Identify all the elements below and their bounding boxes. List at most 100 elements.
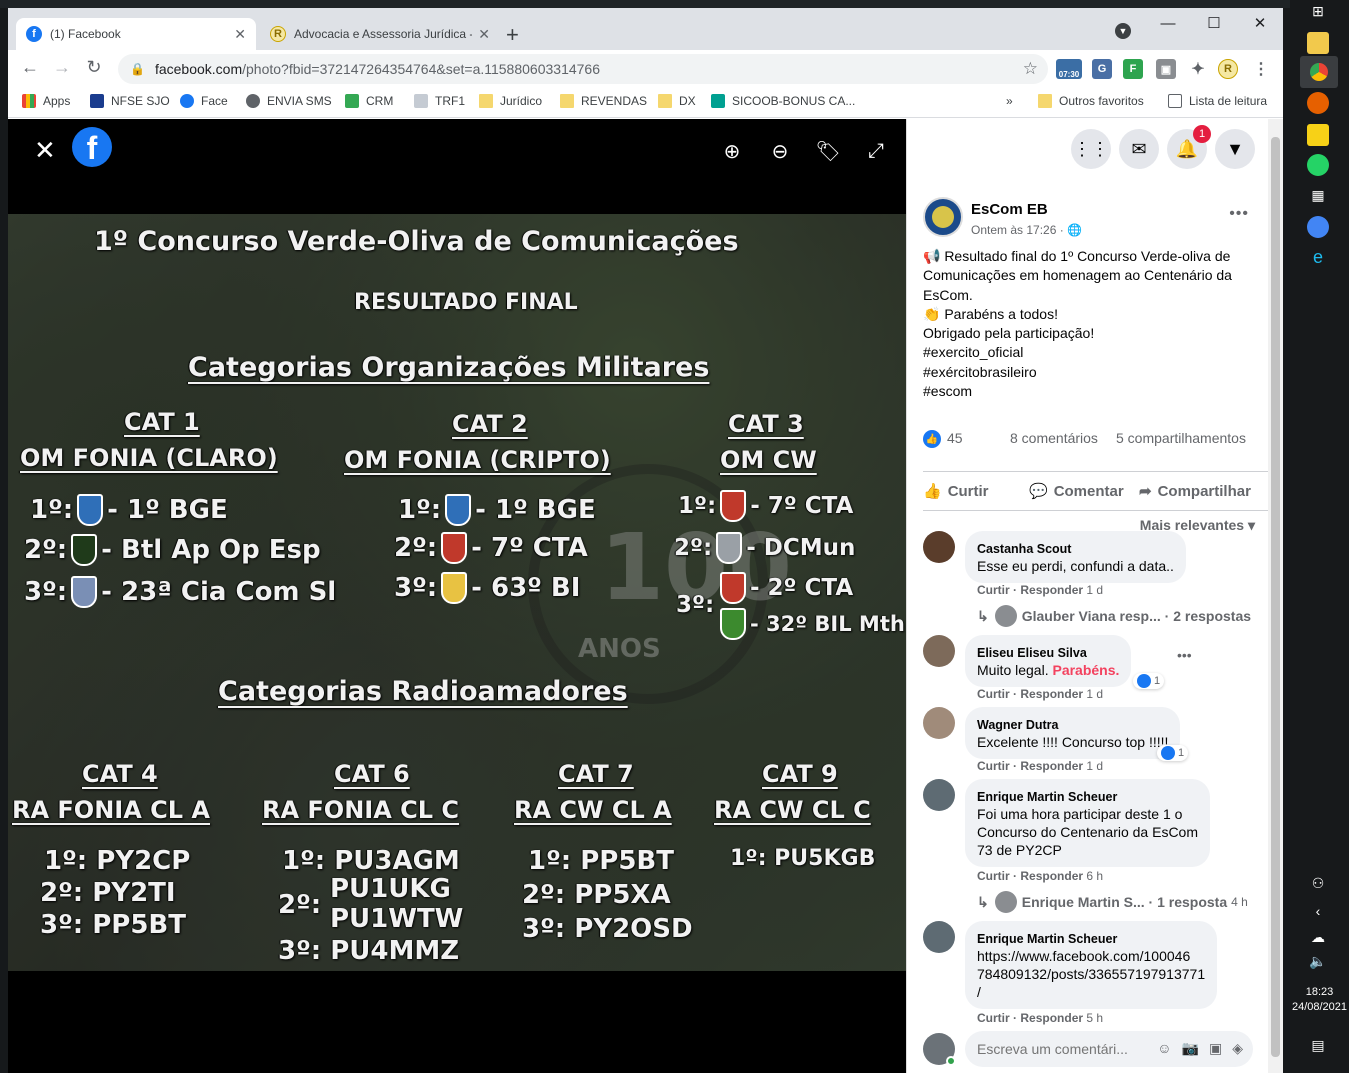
file-explorer-icon[interactable] [1307, 32, 1329, 54]
reload-icon[interactable]: ↻ [82, 57, 106, 78]
comment-reply-button[interactable]: Responder [1020, 869, 1083, 883]
close-viewer-icon[interactable]: ✕ [34, 135, 56, 166]
forward-arrow-icon[interactable]: → [50, 57, 74, 78]
close-tab-icon[interactable]: ✕ [478, 26, 490, 43]
close-tab-icon[interactable]: ✕ [234, 26, 246, 43]
zoom-in-icon[interactable]: ⊕ [720, 139, 744, 163]
bookmark-star-icon[interactable]: ☆ [1023, 59, 1038, 79]
comments-count[interactable]: 8 comentários [1010, 430, 1098, 446]
bookmark-revendas[interactable]: REVENDAS [560, 94, 647, 108]
sticky-notes-icon[interactable] [1307, 124, 1329, 146]
feedly-extension-icon[interactable]: F [1123, 59, 1143, 79]
calendar-extension-icon[interactable]: 07:30 [1056, 59, 1082, 79]
people-icon[interactable]: ⚇ [1307, 872, 1329, 894]
facebook-logo-icon[interactable]: f [72, 127, 112, 167]
bookmarks-overflow-button[interactable]: » [1006, 94, 1013, 108]
bookmark-apps[interactable]: Apps [22, 94, 70, 108]
zoom-out-icon[interactable]: ⊖ [768, 139, 792, 163]
commenter-name[interactable]: Enrique Martin Scheuer [977, 932, 1117, 946]
tag-icon[interactable]: 🏷 [815, 139, 840, 163]
emoji-icon[interactable]: ☺ [1157, 1040, 1171, 1057]
comment-link[interactable]: 784809132/posts/336557197913771 [977, 965, 1205, 983]
commenter-name[interactable]: Eliseu Eliseu Silva [977, 646, 1087, 660]
post-options-icon[interactable]: ••• [1229, 205, 1249, 223]
action-center-icon[interactable]: ▤ [1307, 1034, 1329, 1056]
view-replies-link[interactable]: ↳ Glauber Viana resp... · 2 respostas [977, 605, 1251, 627]
translate-extension-icon[interactable]: G [1092, 59, 1112, 79]
commenter-avatar[interactable] [923, 921, 955, 953]
fullscreen-icon[interactable]: ⤢ [864, 139, 888, 163]
messenger-icon[interactable]: ✉ [1119, 129, 1159, 169]
bookmark-face[interactable]: Face [180, 94, 228, 108]
comment-time[interactable]: 1 d [1086, 583, 1103, 597]
bookmark-crm[interactable]: CRM [345, 94, 393, 108]
menu-grid-icon[interactable]: ⋮⋮ [1071, 129, 1111, 169]
taskbar-clock[interactable]: 18:23 24/08/2021 [1290, 985, 1349, 1015]
commenter-avatar[interactable] [923, 635, 955, 667]
panel-scrollbar[interactable] [1268, 119, 1283, 1073]
commenter-name[interactable]: Castanha Scout [977, 542, 1071, 556]
tab-advocacia[interactable]: R Advocacia e Assessoria Jurídica - ✕ [260, 18, 500, 50]
comment-reply-button[interactable]: Responder [1020, 583, 1083, 597]
chrome-taskbar-icon[interactable] [1300, 56, 1338, 88]
comment-time[interactable]: 1 d [1086, 759, 1103, 773]
post-timestamp[interactable]: Ontem às 17:26 · 🌐 [971, 223, 1082, 237]
comment-reply-button[interactable]: Responder [1020, 1011, 1083, 1025]
share-button[interactable]: ➦ Compartilhar [1139, 482, 1251, 501]
comment-reactions[interactable]: 1 [1133, 673, 1165, 689]
comment-time[interactable]: 1 d [1086, 687, 1103, 701]
sticker-icon[interactable]: ◈ [1232, 1040, 1243, 1057]
firefox-icon[interactable] [1307, 92, 1329, 114]
comment-like-button[interactable]: Curtir [977, 759, 1010, 773]
close-window-button[interactable]: ✕ [1237, 8, 1283, 38]
gif-icon[interactable]: ▣ [1209, 1040, 1222, 1057]
browser-globe-icon[interactable] [1307, 216, 1329, 238]
comment-like-button[interactable]: Curtir [977, 1011, 1010, 1025]
commenter-name[interactable]: Wagner Dutra [977, 718, 1059, 732]
screenshot-extension-icon[interactable]: ▣ [1156, 59, 1176, 79]
bookmark-trf1[interactable]: TRF1 [414, 94, 465, 108]
shares-count[interactable]: 5 compartilhamentos [1116, 430, 1246, 446]
bookmark-dx[interactable]: DX [658, 94, 696, 108]
comment-link[interactable]: https://www.facebook.com/100046 [977, 947, 1205, 965]
chrome-menu-icon[interactable]: ⋮ [1251, 59, 1271, 79]
comment-time[interactable]: 5 h [1086, 1011, 1103, 1025]
comment-reactions[interactable]: 1 [1157, 745, 1189, 761]
commenter-avatar[interactable] [923, 531, 955, 563]
comment-reply-button[interactable]: Responder [1020, 687, 1083, 701]
scrollbar-thumb[interactable] [1271, 137, 1280, 1057]
bookmark-other[interactable]: Outros favoritos [1038, 94, 1144, 108]
windows-start-icon[interactable]: ⊞ [1307, 0, 1329, 22]
bookmark-nfse[interactable]: NFSE SJO [90, 94, 170, 108]
profile-avatar-icon[interactable]: R [1218, 59, 1238, 79]
back-arrow-icon[interactable]: ← [18, 57, 42, 78]
comment-like-button[interactable]: Curtir [977, 687, 1010, 701]
show-hidden-icons[interactable]: ‹ [1307, 900, 1329, 922]
commenter-avatar[interactable] [923, 779, 955, 811]
like-button[interactable]: 👍 Curtir [923, 482, 989, 501]
comment-link[interactable]: / [977, 983, 1205, 1001]
internet-explorer-icon[interactable]: e [1307, 246, 1329, 268]
account-dropdown-icon[interactable]: ▼ [1215, 129, 1255, 169]
reading-list[interactable]: Lista de leitura [1168, 94, 1267, 108]
commenter-avatar[interactable] [923, 707, 955, 739]
view-replies-link[interactable]: ↳ Enrique Martin S... · 1 resposta 4 h [977, 891, 1248, 913]
whatsapp-icon[interactable] [1307, 154, 1329, 176]
like-count[interactable]: 45 [947, 430, 963, 446]
minimize-button[interactable]: — [1145, 8, 1191, 38]
tab-facebook[interactable]: f (1) Facebook ✕ [16, 18, 256, 50]
onedrive-cloud-icon[interactable]: ☁ [1307, 926, 1329, 948]
comment-button[interactable]: 💬 Comentar [1029, 482, 1124, 501]
page-avatar[interactable] [923, 197, 963, 237]
post-author[interactable]: EsCom EB [971, 201, 1048, 218]
comment-reply-button[interactable]: Responder [1020, 759, 1083, 773]
hashtag-link[interactable]: #escom [923, 382, 1263, 401]
commenter-name[interactable]: Enrique Martin Scheuer [977, 790, 1117, 804]
bookmark-juridico[interactable]: Jurídico [479, 94, 542, 108]
comment-options-icon[interactable]: ••• [1177, 647, 1192, 663]
new-tab-button[interactable]: + [506, 22, 519, 48]
address-bar[interactable]: 🔒 facebook.com/photo?fbid=37214726435476… [118, 54, 1048, 84]
volume-icon[interactable]: 🔈 [1307, 950, 1329, 972]
bookmark-envia-sms[interactable]: ENVIA SMS [246, 94, 332, 108]
bookmark-sicoob[interactable]: SICOOB-BONUS CA... [711, 94, 855, 108]
